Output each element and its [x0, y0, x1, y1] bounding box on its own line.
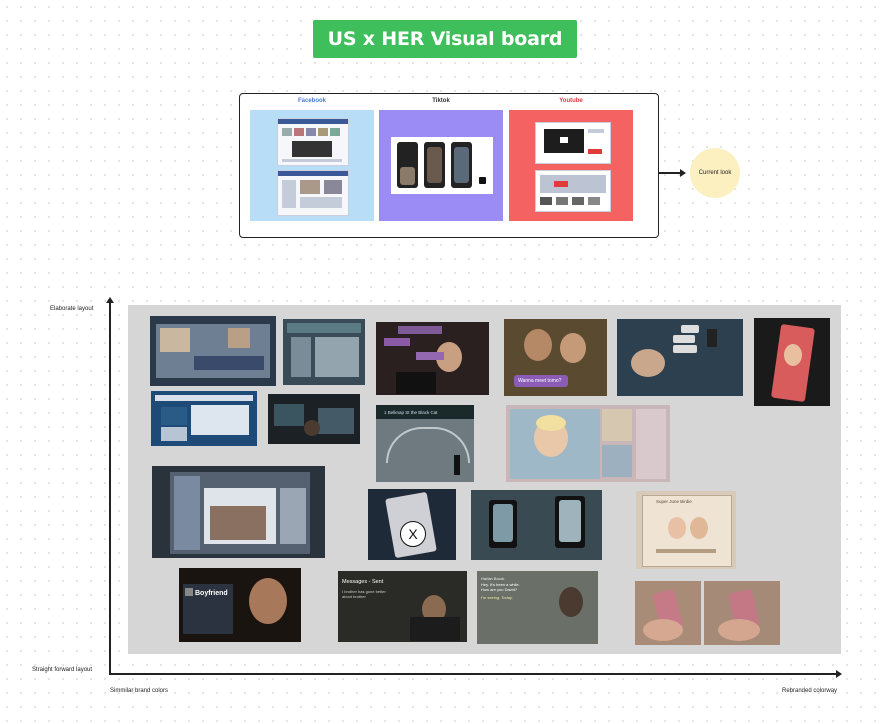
y-axis-bottom-label: Straight forward layout: [32, 667, 93, 673]
still-messages-sent[interactable]: Messages - Sent I brother has gone bette…: [338, 571, 467, 642]
chat-body: Hey. It's been a while. How are you Davi…: [481, 582, 520, 592]
still-profile-card[interactable]: Super June Birdie: [636, 491, 736, 569]
x-axis-left-label: Simmilar brand colors: [110, 688, 169, 694]
still-train-station[interactable]: 1 Belknap St the Black Cat: [376, 405, 474, 482]
y-axis: [109, 302, 111, 674]
still-phone-video-call[interactable]: [754, 318, 830, 406]
platform-label-youtube: Youtube: [559, 98, 583, 104]
y-axis-arrow-icon: [106, 297, 114, 303]
profile-card-name: Super June Birdie: [656, 499, 692, 504]
x-axis: [109, 673, 837, 675]
still-laptop-chat[interactable]: [376, 322, 489, 395]
tiktok-logo-icon: [479, 177, 486, 184]
messages-header: Messages - Sent: [342, 579, 384, 585]
x-mark-icon: X: [400, 521, 426, 547]
x-mark-text: X: [408, 526, 418, 542]
x-axis-arrow-icon: [836, 670, 842, 678]
still-hand-phone-1[interactable]: [635, 581, 701, 645]
station-sign-text: 1 Belknap St the Black Cat: [384, 410, 438, 415]
current-look-frame[interactable]: Facebook Tiktok Youtube: [239, 93, 659, 238]
still-two-phones[interactable]: [471, 490, 602, 560]
still-boyfriend-tag[interactable]: Boyfriend: [179, 568, 301, 642]
still-desktop-facebook[interactable]: [150, 316, 276, 386]
board-title: US x HER Visual board: [313, 20, 577, 58]
still-profile-collage[interactable]: [506, 405, 670, 482]
still-hand-phone-2[interactable]: [704, 581, 780, 645]
facebook-screenshot-2[interactable]: [277, 170, 349, 216]
youtube-screenshot-2[interactable]: [535, 170, 611, 212]
facebook-column[interactable]: [250, 110, 374, 221]
chat-reply: I'm seeing. Today.: [481, 595, 513, 600]
still-chat-overlay[interactable]: Harlan Brook Hey. It's been a while. How…: [477, 571, 598, 644]
tiktok-column[interactable]: [379, 110, 503, 221]
current-look-label: Current look: [698, 170, 732, 176]
facebook-screenshot-1[interactable]: [277, 118, 349, 166]
youtube-column[interactable]: [509, 110, 633, 221]
youtube-screenshot-1[interactable]: [535, 122, 611, 164]
platform-label-tiktok: Tiktok: [432, 98, 450, 104]
boyfriend-tag-text: Boyfriend: [195, 590, 228, 597]
still-phone-x-app[interactable]: X: [368, 489, 456, 560]
y-axis-top-label: Elaborate layout: [50, 306, 94, 312]
still-couple-phone[interactable]: Wanna meet tomo?: [504, 319, 607, 396]
arrow-head-icon: [680, 168, 686, 177]
current-look-circle[interactable]: Current look: [690, 148, 740, 198]
still-bed-texting[interactable]: [617, 319, 743, 396]
x-axis-right-label: Rebranded colorway: [782, 688, 838, 694]
still-bubble-text: Wanna meet tomo?: [518, 378, 562, 384]
arrow-connector: [658, 172, 682, 174]
tiktok-screenshot[interactable]: [391, 137, 493, 194]
messages-body: I brother has gone better about brother: [342, 589, 386, 599]
still-web-page[interactable]: [151, 391, 257, 446]
still-office-screens[interactable]: [268, 394, 360, 444]
still-laptop-feed[interactable]: [152, 466, 325, 558]
platform-label-facebook: Facebook: [297, 98, 326, 104]
still-desktop-twitter[interactable]: [283, 319, 365, 385]
